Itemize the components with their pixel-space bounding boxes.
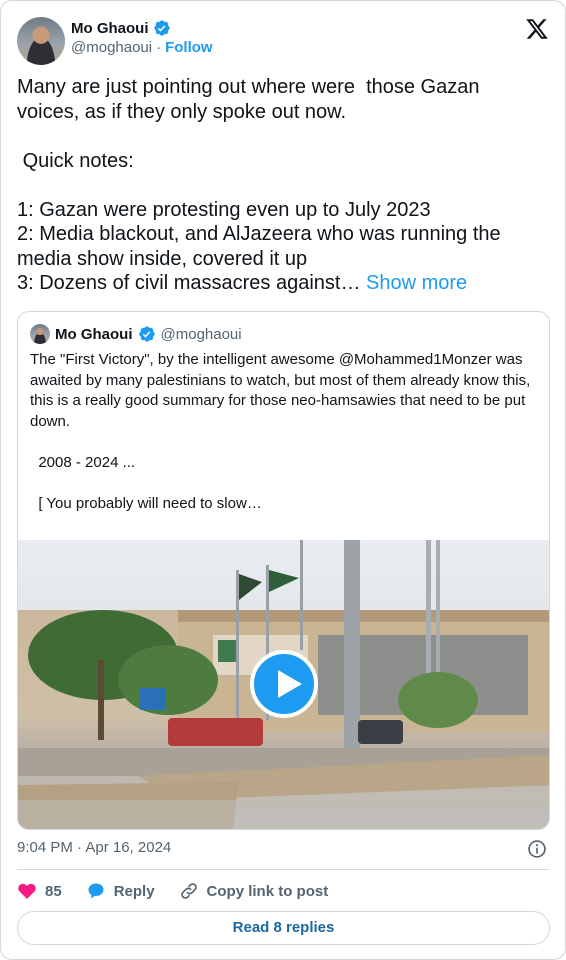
- x-logo-icon[interactable]: [525, 17, 549, 41]
- verified-icon: [138, 326, 155, 342]
- divider: [17, 869, 549, 870]
- copy-link-button[interactable]: Copy link to post: [179, 881, 329, 901]
- heart-icon: [18, 883, 36, 899]
- follow-button[interactable]: Follow: [165, 39, 213, 56]
- quoted-post[interactable]: Mo Ghaoui @moghaoui The "First Victory",…: [17, 311, 550, 830]
- author-handle-row: @moghaoui · Follow: [71, 39, 213, 56]
- author-name[interactable]: Mo Ghaoui: [71, 20, 149, 37]
- reply-icon: [88, 883, 104, 899]
- show-more-link[interactable]: Show more: [366, 272, 467, 294]
- like-count: 85: [45, 882, 62, 900]
- video-thumbnail[interactable]: [18, 540, 549, 829]
- author-avatar[interactable]: [17, 17, 65, 65]
- embedded-post-card: Mo Ghaoui @moghaoui · Follow Many are ju…: [0, 0, 566, 960]
- author-handle[interactable]: @moghaoui: [71, 39, 152, 56]
- like-button[interactable]: 85: [17, 881, 62, 901]
- read-replies-button[interactable]: Read 8 replies: [17, 911, 550, 945]
- play-button-icon[interactable]: [250, 650, 318, 718]
- quoted-author-handle: @moghaoui: [160, 325, 242, 343]
- post-header: Mo Ghaoui @moghaoui · Follow: [17, 17, 549, 65]
- verified-icon: [153, 20, 170, 36]
- handle-separator: ·: [156, 39, 162, 56]
- quoted-author-name: Mo Ghaoui: [55, 325, 133, 343]
- quoted-post-header: Mo Ghaoui @moghaoui: [30, 324, 242, 344]
- post-text: Many are just pointing out where were th…: [17, 75, 537, 296]
- reply-label: Reply: [113, 882, 155, 900]
- copy-link-label: Copy link to post: [206, 882, 329, 900]
- post-timestamp[interactable]: 9:04 PM · Apr 16, 2024: [17, 839, 171, 856]
- author-name-row: Mo Ghaoui: [71, 19, 171, 37]
- action-bar: 85 Reply Copy link to post: [17, 879, 328, 903]
- info-icon[interactable]: [527, 839, 547, 859]
- reply-button[interactable]: Reply: [86, 881, 155, 901]
- quoted-post-text: The "First Victory", by the intelligent …: [30, 351, 531, 512]
- post-body: Many are just pointing out where were th…: [17, 76, 501, 294]
- quoted-author-avatar: [30, 324, 50, 344]
- link-icon: [180, 883, 197, 899]
